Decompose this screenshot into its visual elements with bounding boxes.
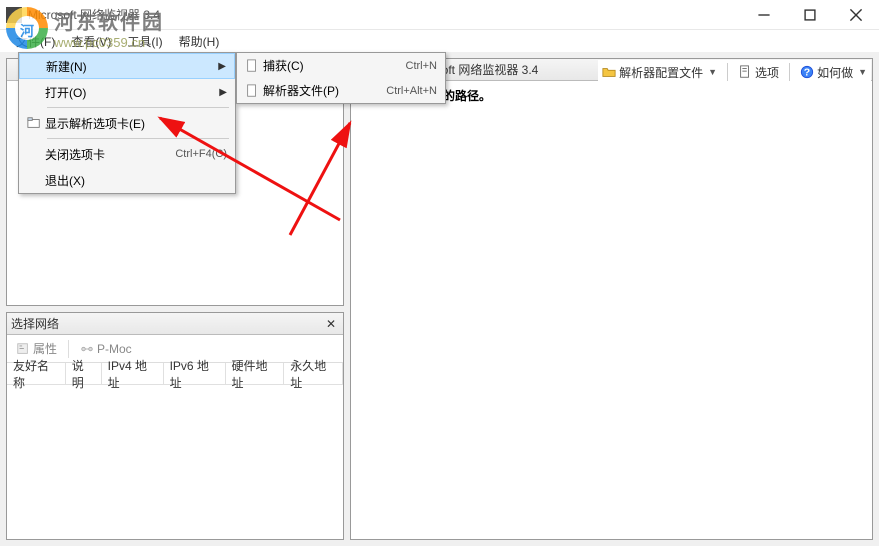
options-label: 选项 xyxy=(755,64,779,81)
menu-item-capture[interactable]: 捕获(C) Ctrl+N xyxy=(237,53,445,78)
parser-profile-button[interactable]: 解析器配置文件 ▼ xyxy=(598,62,721,83)
column-header[interactable]: 硬件地址 xyxy=(226,363,285,384)
menu-item-label: 新建(N) xyxy=(46,58,218,75)
help-icon: ? xyxy=(800,65,814,79)
toolbar-right: 解析器配置文件 ▼ 选项 ? 如何做 ▼ xyxy=(598,60,871,84)
menu-separator xyxy=(47,107,229,108)
column-header[interactable]: 友好名称 xyxy=(7,363,66,384)
menu-item-show-parsing-tab[interactable]: 显示解析选项卡(E) xyxy=(19,110,235,136)
menu-item-label: 捕获(C) xyxy=(263,57,406,74)
howto-button[interactable]: ? 如何做 ▼ xyxy=(796,62,871,83)
select-network-title: 选择网络 xyxy=(11,315,323,332)
menu-item-label: 关闭选项卡 xyxy=(45,146,175,163)
close-button[interactable] xyxy=(833,0,879,30)
menu-item-new[interactable]: 新建(N) ▶ xyxy=(19,53,235,79)
app-icon xyxy=(6,7,22,23)
column-header[interactable]: IPv4 地址 xyxy=(102,363,164,384)
pmode-label: P-Moc xyxy=(97,342,132,356)
maximize-button[interactable] xyxy=(787,0,833,30)
select-network-panel: 选择网络 ✕ 属性 P-Moc 友好名称 说明 IPv4 地址 IPv6 地址 xyxy=(6,312,344,540)
menu-item-label: 打开(O) xyxy=(45,84,219,101)
menu-item-label: 解析器文件(P) xyxy=(263,82,386,99)
start-panel: 开始使用 Microsoft 网络监视器 3.4 ✕ 系统找不到指定的路径。 xyxy=(350,58,873,540)
folder-icon xyxy=(602,65,616,79)
parser-profile-label: 解析器配置文件 xyxy=(619,64,703,81)
menu-shortcut: Ctrl+N xyxy=(406,60,437,72)
toolbar-separator xyxy=(727,63,728,81)
menu-view[interactable]: 查看(V) xyxy=(63,31,119,52)
document-icon xyxy=(241,84,263,98)
menu-item-label: 显示解析选项卡(E) xyxy=(45,115,227,132)
file-dropdown-menu: 新建(N) ▶ 打开(O) ▶ 显示解析选项卡(E) 关闭选项卡 Ctrl+F4… xyxy=(18,52,236,194)
menu-help[interactable]: 帮助(H) xyxy=(171,31,228,52)
window-title: Microsoft 网络监视器 3.4 xyxy=(28,6,741,23)
document-icon xyxy=(738,65,752,79)
properties-icon xyxy=(16,342,30,356)
svg-text:?: ? xyxy=(804,67,810,79)
menu-separator xyxy=(47,138,229,139)
menu-item-close-tab[interactable]: 关闭选项卡 Ctrl+F4(C) xyxy=(19,141,235,167)
column-header[interactable]: 永久地址 xyxy=(284,363,343,384)
network-icon xyxy=(80,342,94,356)
menu-item-open[interactable]: 打开(O) ▶ xyxy=(19,79,235,105)
pmode-button[interactable]: P-Moc xyxy=(77,340,135,358)
minimize-button[interactable] xyxy=(741,0,787,30)
menu-bar: 文件(F) 查看(V) 工具(I) 帮助(H) xyxy=(0,30,879,52)
menu-item-label: 退出(X) xyxy=(45,172,227,189)
toolbar-separator xyxy=(68,340,69,358)
menu-tools[interactable]: 工具(I) xyxy=(119,31,170,52)
panel-close-button[interactable]: ✕ xyxy=(323,317,339,331)
menu-shortcut: Ctrl+Alt+N xyxy=(386,85,437,97)
submenu-arrow-icon: ▶ xyxy=(219,87,227,98)
column-header[interactable]: 说明 xyxy=(66,363,102,384)
properties-label: 属性 xyxy=(33,340,57,357)
menu-item-exit[interactable]: 退出(X) xyxy=(19,167,235,193)
howto-label: 如何做 xyxy=(817,64,853,81)
toolbar-separator xyxy=(789,63,790,81)
column-header[interactable]: IPv6 地址 xyxy=(164,363,226,384)
column-headers: 友好名称 说明 IPv4 地址 IPv6 地址 硬件地址 永久地址 xyxy=(7,363,343,385)
submenu-arrow-icon: ▶ xyxy=(218,61,226,72)
document-icon xyxy=(241,59,263,73)
chevron-down-icon: ▼ xyxy=(708,67,717,77)
title-bar: Microsoft 网络监视器 3.4 xyxy=(0,0,879,30)
new-submenu: 捕获(C) Ctrl+N 解析器文件(P) Ctrl+Alt+N xyxy=(236,52,446,104)
chevron-down-icon: ▼ xyxy=(858,67,867,77)
menu-item-parser-file[interactable]: 解析器文件(P) Ctrl+Alt+N xyxy=(237,78,445,103)
tab-icon xyxy=(23,116,45,130)
options-button[interactable]: 选项 xyxy=(734,62,783,83)
menu-shortcut: Ctrl+F4(C) xyxy=(175,148,227,160)
menu-file[interactable]: 文件(F) xyxy=(8,31,63,52)
